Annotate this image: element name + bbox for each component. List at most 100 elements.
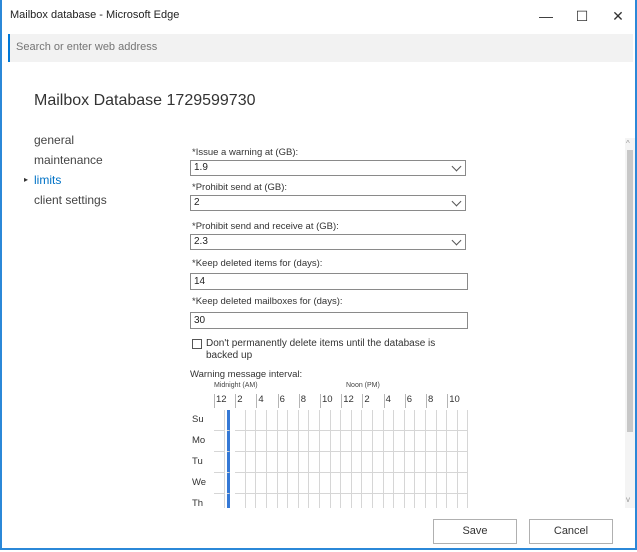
schedule-cell[interactable] <box>457 410 469 431</box>
schedule-cell[interactable] <box>404 410 416 431</box>
schedule-cell[interactable] <box>458 494 469 508</box>
schedule-cell[interactable] <box>309 452 320 473</box>
schedule-cell[interactable] <box>373 452 384 473</box>
schedule-cell[interactable] <box>330 410 342 431</box>
schedule-cell[interactable] <box>267 410 278 431</box>
cancel-button[interactable]: Cancel <box>529 519 613 544</box>
content-scrollbar[interactable]: ^ v <box>625 138 635 508</box>
save-button[interactable]: Save <box>433 519 517 544</box>
schedule-cell[interactable] <box>394 431 405 452</box>
schedule-cell[interactable] <box>214 494 225 508</box>
nav-item-general[interactable]: general <box>22 130 107 150</box>
schedule-cell[interactable] <box>267 494 278 508</box>
schedule-cell[interactable] <box>341 473 352 494</box>
schedule-cell[interactable] <box>405 494 416 508</box>
schedule-cell[interactable] <box>288 452 299 473</box>
schedule-cell[interactable] <box>436 410 448 431</box>
schedule-cell[interactable] <box>288 473 299 494</box>
schedule-cell[interactable] <box>298 473 310 494</box>
schedule-cell[interactable] <box>362 494 373 508</box>
schedule-cell[interactable] <box>447 452 458 473</box>
schedule-cell[interactable] <box>214 410 225 431</box>
schedule-cell[interactable] <box>235 452 246 473</box>
schedule-cell[interactable] <box>362 473 373 494</box>
schedule-cell[interactable] <box>277 431 289 452</box>
schedule-cell[interactable] <box>320 473 331 494</box>
schedule-cell[interactable] <box>447 494 458 508</box>
schedule-cell[interactable] <box>330 431 342 452</box>
schedule-cell[interactable] <box>362 410 373 431</box>
scroll-thumb[interactable] <box>627 150 633 432</box>
schedule-cell[interactable] <box>394 410 405 431</box>
schedule-cell[interactable] <box>426 431 437 452</box>
schedule-cell[interactable] <box>415 494 426 508</box>
schedule-cell[interactable] <box>256 473 267 494</box>
schedule-cell[interactable] <box>226 473 230 494</box>
schedule-cell[interactable] <box>373 473 384 494</box>
schedule-cell[interactable] <box>373 431 384 452</box>
schedule-cell[interactable] <box>330 473 342 494</box>
schedule-cell[interactable] <box>404 452 416 473</box>
schedule-cell[interactable] <box>277 452 289 473</box>
schedule-cell[interactable] <box>226 494 230 508</box>
schedule-cell[interactable] <box>341 431 352 452</box>
schedule-cell[interactable] <box>415 473 426 494</box>
prohibit-send-select[interactable]: 2 <box>190 195 466 211</box>
schedule-cell[interactable] <box>404 473 416 494</box>
schedule-cell[interactable] <box>235 494 246 508</box>
schedule-cell[interactable] <box>383 410 395 431</box>
schedule-cell[interactable] <box>226 452 230 473</box>
nav-item-client-settings[interactable]: client settings <box>22 190 107 210</box>
address-input[interactable] <box>16 41 606 53</box>
schedule-cell[interactable] <box>351 452 363 473</box>
scroll-down-arrow-icon[interactable]: v <box>626 495 630 504</box>
schedule-cell[interactable] <box>394 452 405 473</box>
schedule-cell[interactable] <box>404 431 416 452</box>
close-button[interactable]: ✕ <box>600 0 636 32</box>
schedule-cell[interactable] <box>341 494 352 508</box>
schedule-cell[interactable] <box>426 452 437 473</box>
schedule-cell[interactable] <box>426 494 437 508</box>
schedule-cell[interactable] <box>214 473 225 494</box>
schedule-cell[interactable] <box>320 431 331 452</box>
schedule-cell[interactable] <box>383 452 395 473</box>
schedule-cell[interactable] <box>384 494 395 508</box>
schedule-cell[interactable] <box>436 473 448 494</box>
schedule-cell[interactable] <box>235 473 246 494</box>
schedule-cell[interactable] <box>214 431 225 452</box>
schedule-cell[interactable] <box>299 494 310 508</box>
schedule-cell[interactable] <box>351 410 363 431</box>
schedule-cell[interactable] <box>278 494 289 508</box>
schedule-cell[interactable] <box>351 431 363 452</box>
schedule-cell[interactable] <box>330 452 342 473</box>
schedule-cell[interactable] <box>309 473 320 494</box>
nav-item-limits[interactable]: ▸ limits <box>22 170 107 190</box>
schedule-cell[interactable] <box>436 431 448 452</box>
minimize-button[interactable]: — <box>528 0 564 32</box>
schedule-cell[interactable] <box>245 473 257 494</box>
schedule-cell[interactable] <box>298 410 310 431</box>
schedule-cell[interactable] <box>320 410 331 431</box>
schedule-cell[interactable] <box>245 452 257 473</box>
schedule-cell[interactable] <box>341 452 352 473</box>
schedule-cell[interactable] <box>394 473 405 494</box>
schedule-cell[interactable] <box>309 431 320 452</box>
schedule-cell[interactable] <box>362 452 373 473</box>
schedule-cell[interactable] <box>415 452 426 473</box>
schedule-cell[interactable] <box>226 410 230 431</box>
schedule-cell[interactable] <box>362 431 373 452</box>
schedule-cell[interactable] <box>426 473 437 494</box>
schedule-cell[interactable] <box>383 431 395 452</box>
schedule-cell[interactable] <box>457 473 469 494</box>
schedule-cell[interactable] <box>331 494 342 508</box>
schedule-cell[interactable] <box>383 473 395 494</box>
schedule-cell[interactable] <box>320 452 331 473</box>
issue-warning-select[interactable]: 1.9 <box>190 160 466 176</box>
schedule-cell[interactable] <box>373 410 384 431</box>
schedule-cell[interactable] <box>352 494 363 508</box>
schedule-cell[interactable] <box>267 431 278 452</box>
schedule-cell[interactable] <box>373 494 384 508</box>
schedule-cell[interactable] <box>426 410 437 431</box>
schedule-cell[interactable] <box>447 431 458 452</box>
schedule-cell[interactable] <box>351 473 363 494</box>
